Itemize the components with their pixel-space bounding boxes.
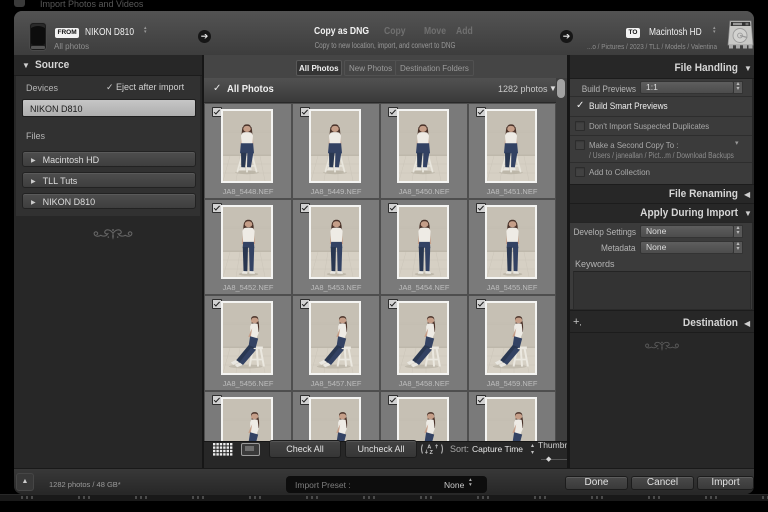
svg-text:Z: Z <box>430 450 434 455</box>
